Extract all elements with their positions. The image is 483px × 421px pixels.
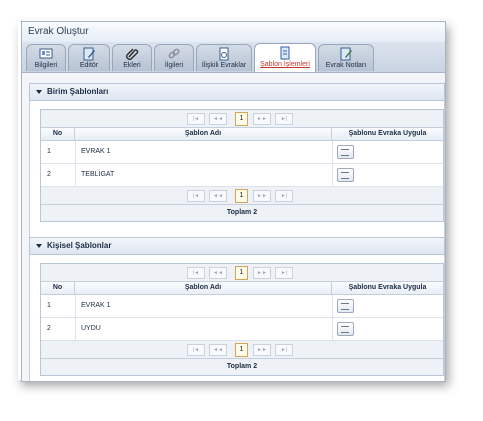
tab-label: Şablon İşlemleri — [260, 61, 310, 68]
kisisel-panel-body: |◄ ◄◄ 1 ►► ►| No Şablon Adı Şablonu Evra… — [29, 255, 445, 381]
page-number[interactable]: 1 — [235, 266, 248, 280]
tab-label: İlişkili Evraklar — [201, 62, 247, 69]
first-page-button[interactable]: |◄ — [187, 190, 205, 202]
collapse-caret-icon — [36, 243, 42, 248]
table-row[interactable]: 1 EVRAK 1 — [41, 295, 443, 318]
apply-template-button[interactable] — [337, 322, 354, 336]
birim-panel-header[interactable]: Birim Şablonları — [29, 83, 445, 101]
kisisel-grid: |◄ ◄◄ 1 ►► ►| No Şablon Adı Şablonu Evra… — [40, 263, 444, 376]
next-page-button[interactable]: ►► — [253, 267, 271, 279]
prev-page-button[interactable]: ◄◄ — [209, 190, 227, 202]
prev-page-button[interactable]: ◄◄ — [209, 267, 227, 279]
kisisel-panel-header[interactable]: Kişisel Şablonlar — [29, 237, 445, 255]
tab-ilgileri[interactable]: İlgileri — [154, 44, 194, 71]
last-page-button[interactable]: ►| — [275, 267, 293, 279]
birim-grid: |◄ ◄◄ 1 ►► ►| No Şablon Adı Şablonu Evra… — [40, 109, 444, 222]
tab-bar: Bilgileri Editör Ekleri İlgileri İlişkil… — [22, 42, 445, 73]
col-no: No — [41, 128, 75, 140]
apply-template-button[interactable] — [337, 168, 354, 182]
last-page-button[interactable]: ►| — [275, 113, 293, 125]
row-no: 1 — [47, 148, 51, 155]
table-row[interactable]: 2 UYDU — [41, 318, 443, 341]
related-docs-icon — [219, 47, 229, 61]
page-number[interactable]: 1 — [235, 343, 248, 357]
next-page-button[interactable]: ►► — [253, 190, 271, 202]
apply-template-button[interactable] — [337, 145, 354, 159]
edit-icon — [83, 47, 95, 61]
info-card-icon — [39, 48, 53, 59]
row-name: TEBLİGAT — [81, 171, 115, 178]
first-page-button[interactable]: |◄ — [187, 344, 205, 356]
grid-header: No Şablon Adı Şablonu Evraka Uygula — [41, 128, 443, 141]
col-sablon-adi: Şablon Adı — [75, 282, 332, 294]
page-number[interactable]: 1 — [235, 112, 248, 126]
top-pager: |◄ ◄◄ 1 ►► ►| — [41, 110, 443, 128]
tab-ekleri[interactable]: Ekleri — [112, 44, 152, 71]
window-title: Evrak Oluştur — [22, 22, 445, 42]
tab-label: Editör — [79, 62, 99, 69]
evrak-olustur-window: Evrak Oluştur Bilgileri Editör Ekleri İl… — [21, 21, 446, 382]
tab-evrak-notlari[interactable]: Evrak Notları — [318, 44, 374, 71]
col-apply: Şablonu Evraka Uygula — [348, 284, 427, 291]
tab-bilgileri[interactable]: Bilgileri — [26, 44, 66, 71]
col-no: No — [41, 282, 75, 294]
table-row[interactable]: 2 TEBLİGAT — [41, 164, 443, 187]
row-name: UYDU — [81, 325, 101, 332]
last-page-button[interactable]: ►| — [275, 344, 293, 356]
tab-label: İlgileri — [164, 62, 184, 69]
row-name: EVRAK 1 — [81, 148, 111, 155]
total-count: Toplam 2 — [41, 359, 443, 375]
collapse-caret-icon — [36, 89, 42, 94]
first-page-button[interactable]: |◄ — [187, 113, 205, 125]
next-page-button[interactable]: ►► — [253, 344, 271, 356]
kisisel-panel-title: Kişisel Şablonlar — [47, 241, 112, 250]
row-no: 2 — [47, 325, 51, 332]
birim-panel-title: Birim Şablonları — [47, 87, 109, 96]
kisisel-sablonlar-panel: Kişisel Şablonlar |◄ ◄◄ 1 ►► ►| No Şablo… — [29, 237, 445, 381]
bottom-pager: |◄ ◄◄ 1 ►► ►| — [41, 187, 443, 205]
table-row[interactable]: 1 EVRAK 1 — [41, 141, 443, 164]
tab-iliskili-evraklar[interactable]: İlişkili Evraklar — [196, 44, 252, 71]
prev-page-button[interactable]: ◄◄ — [209, 113, 227, 125]
template-icon — [280, 46, 290, 60]
notes-icon — [340, 47, 352, 61]
bottom-pager: |◄ ◄◄ 1 ►► ►| — [41, 341, 443, 359]
link-icon — [168, 48, 180, 59]
row-name: EVRAK 1 — [81, 302, 111, 309]
total-count: Toplam 2 — [41, 205, 443, 221]
prev-page-button[interactable]: ◄◄ — [209, 344, 227, 356]
first-page-button[interactable]: |◄ — [187, 267, 205, 279]
grid-header: No Şablon Adı Şablonu Evraka Uygula — [41, 282, 443, 295]
top-pager: |◄ ◄◄ 1 ►► ►| — [41, 264, 443, 282]
row-no: 1 — [47, 302, 51, 309]
birim-panel-body: |◄ ◄◄ 1 ►► ►| No Şablon Adı Şablonu Evra… — [29, 101, 445, 238]
row-no: 2 — [47, 171, 51, 178]
tab-label: Evrak Notları — [325, 62, 367, 69]
page-number[interactable]: 1 — [235, 189, 248, 203]
tab-label: Bilgileri — [34, 62, 58, 69]
col-sablon-adi: Şablon Adı — [75, 128, 332, 140]
tab-content: Birim Şablonları |◄ ◄◄ 1 ►► ►| No Şablon… — [22, 73, 445, 381]
tab-label: Ekleri — [123, 62, 141, 69]
birim-sablonlari-panel: Birim Şablonları |◄ ◄◄ 1 ►► ►| No Şablon… — [29, 83, 445, 238]
col-apply: Şablonu Evraka Uygula — [348, 130, 427, 137]
tab-editor[interactable]: Editör — [68, 44, 110, 71]
apply-template-button[interactable] — [337, 299, 354, 313]
tab-sablon-islemleri[interactable]: Şablon İşlemleri — [254, 43, 316, 72]
next-page-button[interactable]: ►► — [253, 113, 271, 125]
paperclip-icon — [126, 48, 139, 60]
last-page-button[interactable]: ►| — [275, 190, 293, 202]
